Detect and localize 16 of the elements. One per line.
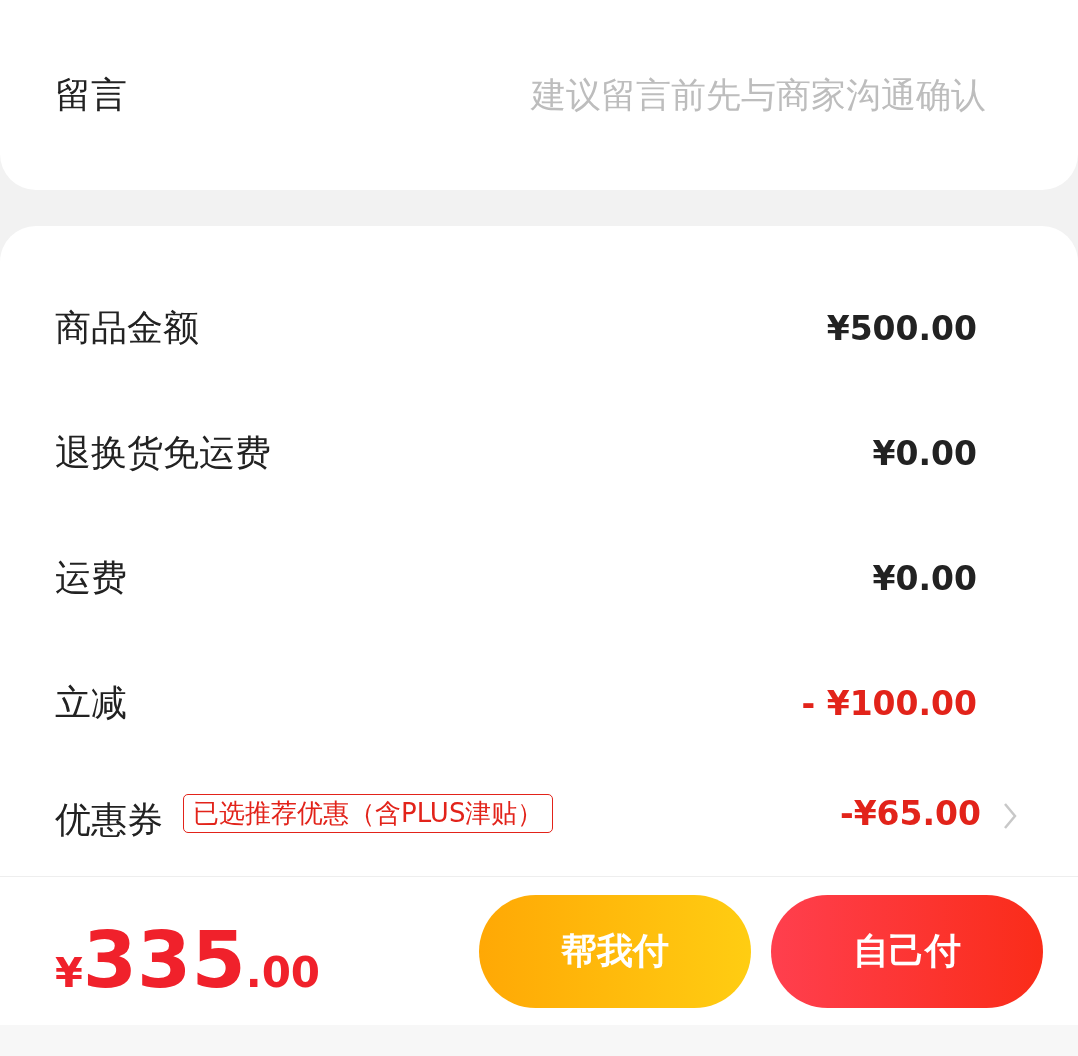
row-label: 运费 (55, 556, 127, 600)
row-label: 商品金额 (55, 306, 199, 350)
pay-button[interactable]: 自己付 (771, 894, 1043, 1008)
chevron-icon[interactable] (1003, 802, 1017, 830)
total-price: ¥335.00 (55, 915, 322, 1005)
row-value: ¥0.00 (872, 559, 977, 598)
row-value: - ¥100.00 (801, 684, 977, 723)
row-value: -¥65.00 (839, 794, 981, 833)
row-value: ¥500.00 (826, 309, 977, 348)
row-label: 退换货免运费 (55, 431, 271, 475)
row-label: 优惠券 (55, 798, 163, 842)
row-label: 立减 (55, 681, 127, 725)
coupon-tag: 已选推荐优惠（含PLUS津贴） (183, 794, 554, 833)
row-value: ¥0.00 (872, 434, 977, 473)
message-field[interactable]: 建议留言前先与商家沟通确认 (127, 74, 988, 116)
message-label: 留言 (55, 72, 127, 117)
